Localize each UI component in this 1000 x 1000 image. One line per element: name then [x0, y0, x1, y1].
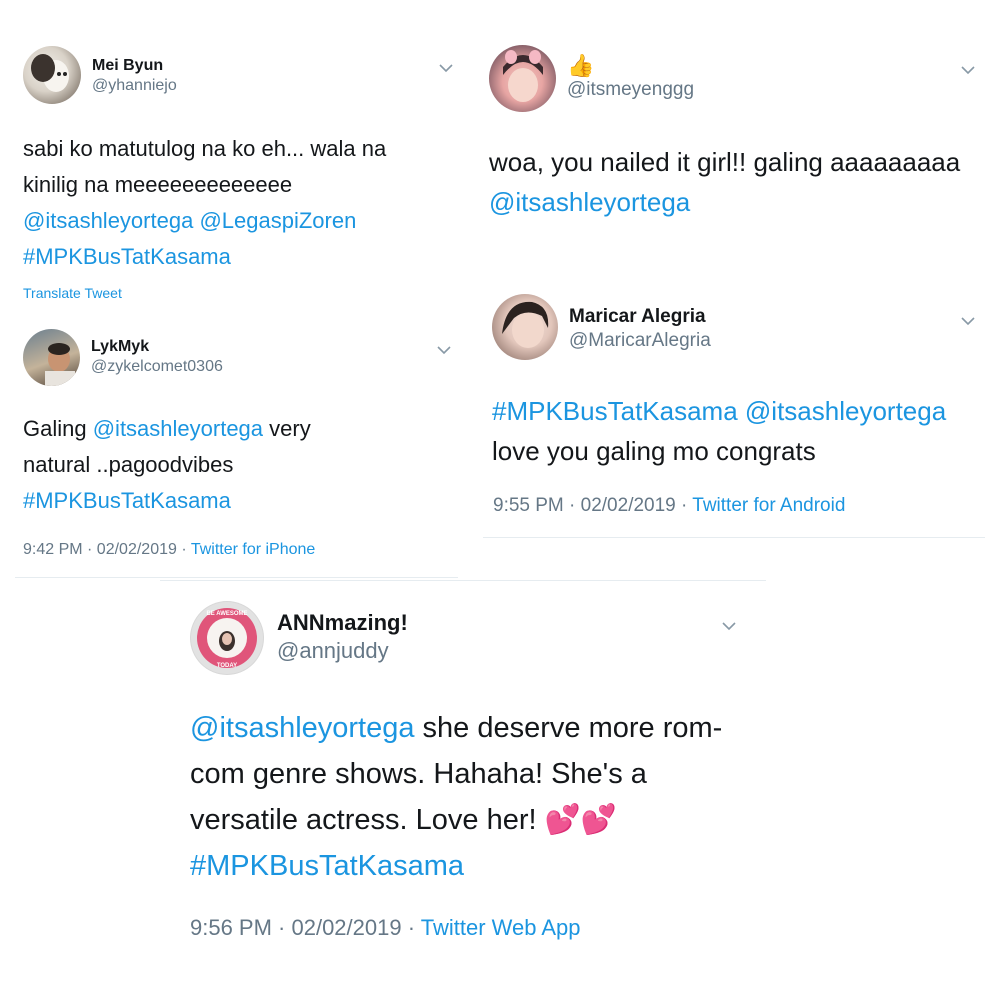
tweet-text-line: @itsashleyortega she deserve more rom-: [190, 705, 722, 751]
hashtag-link[interactable]: #MPKBusTatKasama: [492, 396, 738, 426]
tweet-text-segment: kinilig na meeeeeeeeeeeee: [23, 172, 293, 197]
tweet-text-line: sabi ko matutulog na ko eh... wala na: [23, 131, 386, 167]
divider: [15, 577, 458, 578]
chevron-down-icon[interactable]: [436, 342, 452, 358]
tweet-text-line: kinilig na meeeeeeeeeeeee: [23, 167, 386, 203]
user-handle[interactable]: @zykelcomet0306: [91, 358, 223, 376]
tweet-text-line: #MPKBusTatKasama: [190, 843, 722, 889]
display-name[interactable]: Mei Byun: [92, 57, 163, 75]
avatar[interactable]: BE AWESOME TODAY: [190, 601, 264, 675]
tweet-text-segment: natural ..pagoodvibes: [23, 452, 234, 477]
tweet-text-segment: [738, 396, 745, 426]
mention-link[interactable]: @itsashleyortega: [489, 187, 690, 217]
hashtag-link[interactable]: #MPKBusTatKasama: [190, 850, 464, 882]
divider: [160, 580, 766, 581]
tweet-text-line: love you galing mo congrats: [492, 431, 946, 471]
tweet-text-line: com genre shows. Hahaha! She's a: [190, 751, 722, 797]
chevron-down-icon[interactable]: [721, 618, 737, 634]
display-name[interactable]: 👍: [567, 53, 594, 79]
mention-link[interactable]: @itsashleyortega: [190, 712, 415, 744]
chevron-down-icon[interactable]: [438, 60, 454, 76]
avatar[interactable]: [23, 46, 81, 104]
divider: [483, 537, 985, 538]
tweet-text-line: woa, you nailed it girl!! galing aaaaaaa…: [489, 142, 960, 182]
display-name[interactable]: Maricar Alegria: [569, 306, 706, 328]
avatar-photo: [45, 343, 75, 386]
timestamp[interactable]: 9:56 PM · 02/02/2019 ·: [190, 915, 421, 940]
tweet-text-segment: Galing: [23, 416, 93, 441]
chevron-down-icon[interactable]: [960, 313, 976, 329]
display-name[interactable]: ANNmazing!: [277, 610, 408, 636]
avatar[interactable]: [23, 329, 80, 386]
tweet-text: #MPKBusTatKasama @itsashleyortega love yo…: [492, 391, 946, 471]
display-name[interactable]: LykMyk: [91, 338, 149, 356]
chevron-down-icon[interactable]: [960, 62, 976, 78]
tweet-text-line: #MPKBusTatKasama: [23, 239, 386, 275]
tweet-source-link[interactable]: Twitter for iPhone: [191, 541, 316, 558]
mention-link[interactable]: @LegaspiZoren: [199, 208, 356, 233]
tweet-source-link[interactable]: Twitter for Android: [692, 495, 845, 516]
tweet-text-segment: she deserve more rom-: [414, 712, 723, 744]
mention-link[interactable]: @itsashleyortega: [745, 396, 946, 426]
tweet-text-segment: sabi ko matutulog na ko eh... wala na: [23, 136, 387, 161]
tweet-text-segment: com genre shows. Hahaha! She's a: [190, 758, 647, 790]
tweet-meta: 9:42 PM · 02/02/2019 · Twitter for iPhon…: [23, 541, 315, 559]
avatar-badge: BE AWESOME TODAY: [191, 602, 263, 674]
avatar[interactable]: [492, 294, 558, 360]
user-handle[interactable]: @MaricarAlegria: [569, 330, 711, 352]
tweet-source-link[interactable]: Twitter Web App: [421, 915, 581, 940]
avatar[interactable]: [489, 45, 556, 112]
tweet-text: Galing @itsashleyortega very natural ..pa…: [23, 411, 311, 519]
timestamp[interactable]: 9:55 PM · 02/02/2019 ·: [493, 495, 692, 516]
user-handle[interactable]: @yhanniejo: [92, 77, 177, 95]
tweet-text: sabi ko matutulog na ko eh... wala na kin…: [23, 131, 386, 275]
svg-text:TODAY: TODAY: [217, 663, 237, 669]
mention-link[interactable]: @itsashleyortega: [93, 416, 263, 441]
tweet-text-line: natural ..pagoodvibes: [23, 447, 311, 483]
tweet-text-segment: woa, you nailed it girl!! galing aaaaaaa…: [489, 147, 961, 177]
hashtag-link[interactable]: #MPKBusTatKasama: [23, 244, 231, 269]
tweet-text-line: #MPKBusTatKasama: [23, 483, 311, 519]
tweet-text-line: #MPKBusTatKasama @itsashleyortega: [492, 391, 946, 431]
tweet-text: @itsashleyortega she deserve more rom-co…: [190, 705, 722, 889]
tweet-text-line: @itsashleyortega @LegaspiZoren: [23, 203, 386, 239]
avatar-photo: [502, 301, 549, 348]
tweet-meta: 9:56 PM · 02/02/2019 · Twitter Web App: [190, 915, 581, 941]
tweet-text-segment: very: [263, 416, 311, 441]
tweet-text-line: @itsashleyortega: [489, 182, 960, 222]
timestamp[interactable]: 9:42 PM · 02/02/2019 ·: [23, 541, 191, 558]
tweet-text-line: Galing @itsashleyortega very: [23, 411, 311, 447]
tweet-text-segment: versatile actress. Love her! 💕💕: [190, 804, 617, 836]
user-handle[interactable]: @itsmeyenggg: [567, 79, 694, 101]
avatar-photo: [31, 54, 69, 92]
tweet-text-line: versatile actress. Love her! 💕💕: [190, 797, 722, 843]
tweet-text-segment: love you galing mo congrats: [492, 436, 816, 466]
svg-text:BE AWESOME: BE AWESOME: [206, 611, 247, 617]
tweet-meta: 9:55 PM · 02/02/2019 · Twitter for Andro…: [493, 495, 845, 517]
tweet-text: woa, you nailed it girl!! galing aaaaaaa…: [489, 142, 960, 222]
hashtag-link[interactable]: #MPKBusTatKasama: [23, 488, 231, 513]
mention-link[interactable]: @itsashleyortega: [23, 208, 193, 233]
user-handle[interactable]: @annjuddy: [277, 638, 389, 664]
translate-tweet-link[interactable]: Translate Tweet: [23, 285, 122, 301]
avatar-photo: [503, 50, 543, 102]
